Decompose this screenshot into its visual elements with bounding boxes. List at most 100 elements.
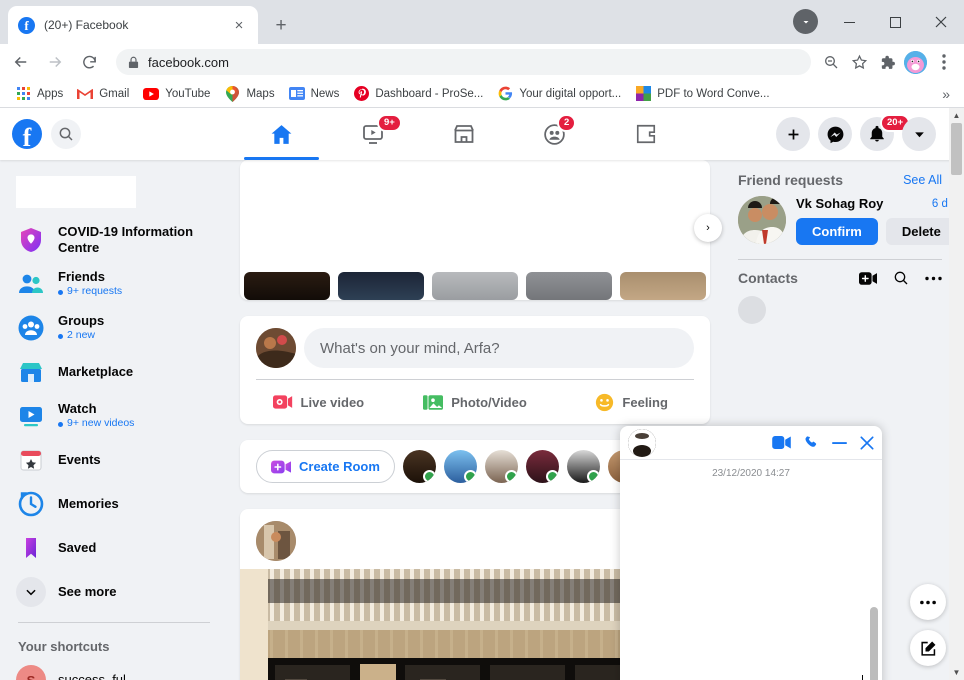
back-icon[interactable] (6, 47, 36, 77)
close-icon[interactable] (860, 435, 874, 450)
stories-next-icon[interactable]: › (694, 214, 722, 242)
story-thumbnail[interactable] (338, 272, 424, 300)
contact-avatar[interactable] (738, 296, 766, 324)
extensions-puzzle-icon[interactable] (873, 48, 901, 76)
tab-search-icon[interactable] (793, 9, 818, 34)
bookmark-dashboard-prose[interactable]: Dashboard - ProSe... (346, 82, 490, 106)
live-video-button[interactable]: Live video (240, 380, 397, 424)
bookmark-star-icon[interactable] (845, 48, 873, 76)
covid-shield-icon (16, 225, 46, 255)
nav-home[interactable] (236, 108, 327, 160)
close-icon[interactable]: × (230, 16, 248, 34)
sidebar-item-groups[interactable]: Groups 2 new (8, 306, 220, 350)
bookmark-gmail[interactable]: Gmail (70, 82, 136, 106)
active-contact-avatar[interactable] (525, 450, 559, 483)
post-composer-input[interactable]: What's on your mind, Arfa? (304, 328, 694, 368)
video-call-icon[interactable] (772, 436, 791, 449)
photo-video-button[interactable]: Photo/Video (397, 380, 554, 424)
bookmark-news[interactable]: News (282, 82, 347, 106)
sidebar-sub-text: 2 new (67, 329, 96, 342)
create-button[interactable] (776, 117, 810, 151)
sidebar-item-covid[interactable]: COVID-19 Information Centre (8, 218, 220, 262)
stories-card (240, 160, 710, 300)
avatar[interactable] (256, 328, 296, 368)
video-room-icon[interactable] (859, 271, 877, 285)
sidebar-item-friends[interactable]: Friends 9+ requests (8, 262, 220, 306)
voice-call-icon[interactable] (804, 435, 819, 450)
reload-icon[interactable] (74, 47, 104, 77)
friend-request-name[interactable]: Vk Sohag Roy (796, 196, 883, 211)
feeling-emoji-icon (595, 393, 614, 412)
avatar[interactable] (628, 428, 656, 457)
active-contact-avatar[interactable] (484, 450, 518, 483)
new-tab-button[interactable]: + (268, 13, 294, 39)
profile-avatar[interactable] (904, 50, 927, 74)
address-bar[interactable]: facebook.com (116, 49, 811, 75)
confirm-button[interactable]: Confirm (796, 218, 878, 245)
avatar[interactable] (256, 521, 296, 561)
text-caret (862, 675, 863, 680)
story-thumbnail[interactable] (244, 272, 330, 300)
new-message-button[interactable] (910, 630, 946, 666)
bookmark-apps[interactable]: Apps (8, 82, 70, 106)
window-controls (826, 0, 964, 44)
maximize-icon[interactable] (872, 0, 918, 44)
sidebar-item-memories[interactable]: Memories (8, 482, 220, 526)
feeling-button[interactable]: Feeling (553, 380, 710, 424)
nav-marketplace[interactable] (418, 108, 509, 160)
scroll-down-icon[interactable]: ▼ (949, 665, 964, 680)
nav-groups[interactable]: 2 (509, 108, 600, 160)
bookmark-maps[interactable]: Maps (217, 82, 281, 106)
create-room-button[interactable]: Create Room (256, 450, 395, 483)
page-scrollbar[interactable]: ▲ ▼ (949, 108, 964, 680)
sidebar-item-marketplace[interactable]: Marketplace (8, 350, 220, 394)
chrome-menu-icon[interactable] (930, 48, 958, 76)
story-thumbnail[interactable] (526, 272, 612, 300)
scroll-up-icon[interactable]: ▲ (949, 108, 964, 123)
minimize-icon[interactable] (826, 0, 872, 44)
gmail-icon (77, 86, 94, 102)
friend-request-time-text: 6 d (931, 197, 948, 210)
chevron-down-icon (16, 577, 46, 607)
active-contact-avatar[interactable] (566, 450, 600, 483)
account-menu-button[interactable] (902, 117, 936, 151)
messenger-button[interactable] (818, 117, 852, 151)
bookmark-label: Dashboard - ProSe... (375, 87, 484, 100)
search-icon[interactable] (51, 119, 81, 149)
minimize-icon[interactable] (832, 441, 847, 445)
bookmarks-bar: Apps Gmail YouTube Maps News Dashboard -… (0, 80, 964, 108)
nav-gaming[interactable] (600, 108, 691, 160)
avatar[interactable] (738, 196, 786, 244)
nav-watch[interactable]: 9+ (327, 108, 418, 160)
avatar: S (16, 665, 46, 680)
more-options-icon[interactable] (925, 276, 942, 281)
bookmark-pdf-to-word[interactable]: PDF to Word Conve... (628, 82, 776, 106)
search-icon[interactable] (893, 270, 909, 286)
delete-button[interactable]: Delete (885, 218, 957, 245)
notifications-button[interactable]: 20+ (860, 114, 911, 151)
bookmarks-overflow-icon[interactable]: » (942, 86, 956, 102)
bookmark-your-digital-opport[interactable]: Your digital opport... (490, 82, 628, 106)
action-label: Feeling (622, 394, 668, 410)
friend-requests-header: Friend requests See All (730, 168, 950, 194)
chat-scrollbar[interactable]: ▼ (868, 482, 880, 680)
active-contact-avatar[interactable] (443, 450, 477, 483)
close-icon[interactable] (918, 0, 964, 44)
sidebar-item-watch[interactable]: Watch 9+ new videos (8, 394, 220, 438)
sidebar-item-see-more[interactable]: See more (8, 570, 220, 614)
more-options-button[interactable] (910, 584, 946, 620)
sidebar-item-saved[interactable]: Saved (8, 526, 220, 570)
story-thumbnail[interactable] (432, 272, 518, 300)
active-contact-avatar[interactable] (402, 450, 436, 483)
chat-scrollbar-thumb[interactable] (870, 607, 878, 680)
facebook-logo-icon[interactable]: f (12, 119, 42, 150)
browser-tab[interactable]: f (20+) Facebook × (8, 6, 258, 44)
sidebar-shortcut-success-ful[interactable]: S success_ful_ (8, 658, 220, 680)
sidebar-item-events[interactable]: Events (8, 438, 220, 482)
story-thumbnail[interactable] (620, 272, 706, 300)
chat-message-area[interactable]: 23/12/2020 14:27 ▼ (620, 460, 882, 680)
page-scrollbar-thumb[interactable] (951, 123, 962, 175)
zoom-out-icon[interactable] (817, 48, 845, 76)
see-all-link[interactable]: See All (903, 173, 942, 187)
bookmark-youtube[interactable]: YouTube (136, 82, 217, 106)
